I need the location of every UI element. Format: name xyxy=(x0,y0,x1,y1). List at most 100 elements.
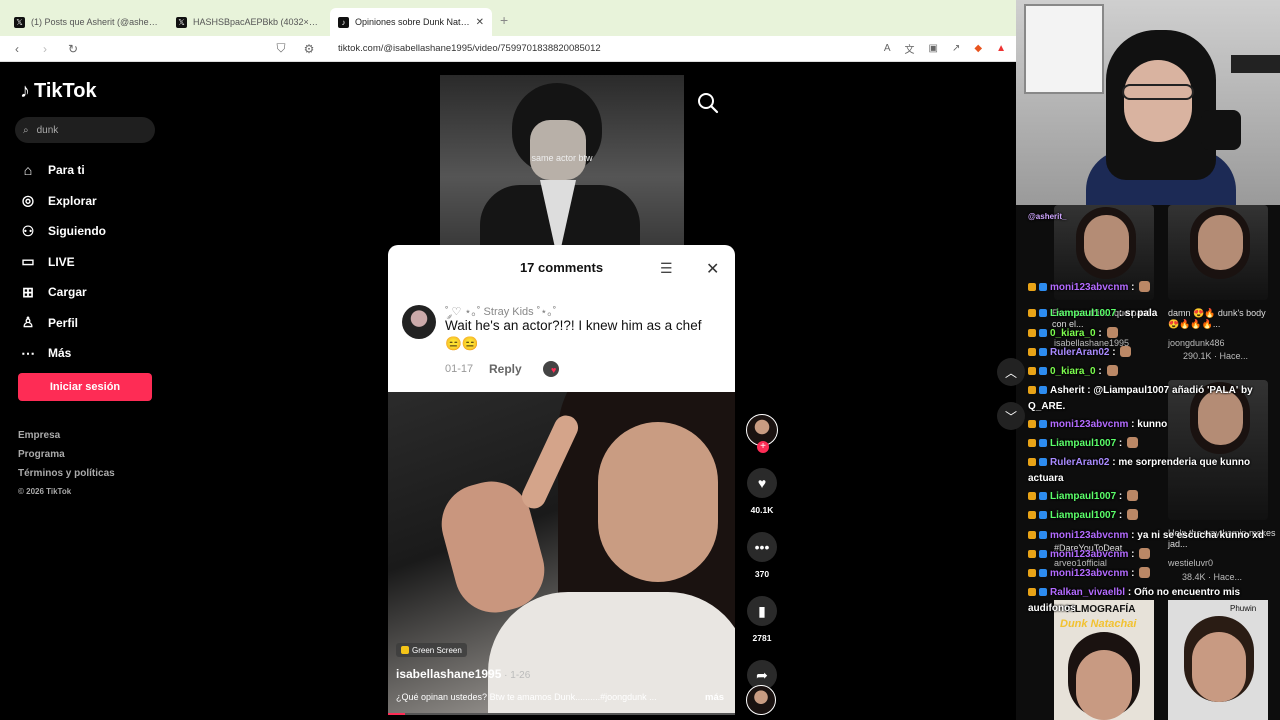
browser-tab-3-active[interactable]: ♪ Opiniones sobre Dunk Natachai ✕ xyxy=(330,8,492,36)
rewards-icon[interactable]: ▲ xyxy=(996,43,1006,54)
heart-icon[interactable]: ♥ xyxy=(747,468,777,498)
nav-item-para-ti[interactable]: ⌂ Para ti xyxy=(20,155,106,186)
nav-label: Más xyxy=(48,346,72,361)
chat-username[interactable]: Ralkan_vivaelbl xyxy=(1050,587,1125,598)
nav-item-perfil[interactable]: ♙ Perfil xyxy=(20,308,106,339)
like-action[interactable]: ♥ 40.1K xyxy=(744,468,780,515)
comment-action[interactable]: ••• 370 xyxy=(744,532,780,579)
effect-badge[interactable]: Green Screen xyxy=(396,643,467,657)
chat-badge-icon xyxy=(1039,550,1047,558)
login-button[interactable]: Iniciar sesión xyxy=(18,373,152,401)
read-aloud-icon[interactable]: A xyxy=(884,43,891,54)
chat-emote-icon xyxy=(1127,437,1139,448)
search-box[interactable]: ⌕ xyxy=(15,117,155,143)
nav-item-mas[interactable]: ⋯ Más xyxy=(20,338,106,369)
action-column: + ♥ 40.1K ••• 370 ▮ 2781 ➦ 770 xyxy=(744,414,780,707)
scroll-down-button[interactable]: ﹀ xyxy=(997,402,1025,430)
chat-username[interactable]: RulerAran02 xyxy=(1050,457,1109,468)
bookmark-icon[interactable]: ⛉ xyxy=(274,41,288,56)
scroll-up-button[interactable]: ︿ xyxy=(997,358,1025,386)
chat-username[interactable]: 0_kiara_0 xyxy=(1050,328,1096,339)
effect-label: Green Screen xyxy=(412,645,462,655)
effect-icon xyxy=(401,646,409,654)
tiktok-logo-icon: ♪ xyxy=(338,16,349,28)
close-icon[interactable]: ✕ xyxy=(706,259,719,279)
site-info-icon[interactable]: ⚙ xyxy=(302,42,316,56)
bookmark-icon[interactable]: ▮ xyxy=(747,596,777,626)
reload-icon[interactable]: ↻ xyxy=(66,42,80,56)
comment-icon[interactable]: ••• xyxy=(747,532,777,562)
nav-item-explorar[interactable]: ◎ Explorar xyxy=(20,186,106,217)
like-count: 40.1K xyxy=(750,505,774,515)
nav-item-live[interactable]: ▭ LIVE xyxy=(20,247,106,278)
forward-icon[interactable]: › xyxy=(38,42,52,56)
chat-badge-icon xyxy=(1039,458,1047,466)
filmografia-subtitle: Dunk Natachai xyxy=(1060,618,1137,630)
search-icon[interactable] xyxy=(697,92,719,114)
chat-badge-icon xyxy=(1028,309,1036,317)
back-icon[interactable]: ‹ xyxy=(10,42,24,56)
browser-tab-bar: 𝕏 (1) Posts que Asherit (@asherit__) ha … xyxy=(0,0,1016,36)
footer-link-programa[interactable]: Programa xyxy=(18,449,115,468)
filmografia-thumbnail[interactable]: FILMOGRAFÍA Dunk Natachai xyxy=(1054,600,1154,720)
compass-icon: ◎ xyxy=(21,192,35,209)
chat-badge-icon xyxy=(1028,492,1036,500)
nav-label: Perfil xyxy=(48,315,79,330)
chat-username[interactable]: moni123abvcnm xyxy=(1050,549,1128,560)
chat-message: Liampaul1007 : xyxy=(1028,489,1274,505)
chat-username[interactable]: moni123abvcnm xyxy=(1050,568,1128,579)
upload-icon: ⊞ xyxy=(22,283,34,300)
chat-username[interactable]: moni123abvcnm xyxy=(1050,282,1128,293)
browser-tab-1[interactable]: 𝕏 (1) Posts que Asherit (@asherit__) ha xyxy=(6,8,168,36)
save-count: 2781 xyxy=(752,633,772,643)
creator-avatar[interactable]: + xyxy=(746,414,778,453)
sort-icon[interactable]: ☰ xyxy=(660,260,673,277)
chat-username[interactable]: 0_kiara_0 xyxy=(1050,366,1096,377)
chat-username[interactable]: moni123abvcnm xyxy=(1050,419,1128,430)
share-icon[interactable]: ↗ xyxy=(952,43,960,54)
comment-text: Wait he's an actor?!?! I knew him as a c… xyxy=(445,318,702,351)
nav-item-siguiendo[interactable]: ⚇ Siguiendo xyxy=(20,216,106,247)
chat-badge-icon xyxy=(1039,492,1047,500)
sound-avatar[interactable] xyxy=(746,685,776,715)
chat-badge-icon xyxy=(1039,511,1047,519)
chat-emote-icon xyxy=(1139,281,1151,292)
phuwin-thumbnail[interactable]: Phuwin xyxy=(1168,600,1268,720)
translate-icon[interactable]: 文 xyxy=(905,41,915,56)
follow-plus-icon[interactable]: + xyxy=(757,441,769,453)
chat-separator: : xyxy=(1116,438,1126,449)
nav-item-cargar[interactable]: ⊞ Cargar xyxy=(20,277,106,308)
chat-username[interactable]: Liampaul1007 xyxy=(1050,308,1116,319)
chat-badge-icon xyxy=(1028,439,1036,447)
tiktok-logo[interactable]: ♪ TikTok xyxy=(20,80,97,103)
save-action[interactable]: ▮ 2781 xyxy=(744,596,780,643)
chat-badge-icon xyxy=(1028,550,1036,558)
video-player[interactable] xyxy=(388,392,735,714)
chat-separator: : xyxy=(1116,308,1126,319)
screen: 𝕏 (1) Posts que Asherit (@asherit__) ha … xyxy=(0,0,1280,720)
video-progress[interactable] xyxy=(388,713,735,715)
url-field[interactable]: tiktok.com/@isabellashane1995/video/7599… xyxy=(338,43,870,54)
video-author[interactable]: isabellashane1995 · 1-26 xyxy=(396,667,530,681)
browser-tab-2[interactable]: 𝕏 HASHSBpacAEPBkb (4032×3024) xyxy=(168,8,330,36)
author-name[interactable]: isabellashane1995 xyxy=(396,667,501,681)
chat-username[interactable]: Liampaul1007 xyxy=(1050,510,1116,521)
video-top-caption: same actor btw xyxy=(531,153,593,163)
footer-link-terminos[interactable]: Términos y políticas xyxy=(18,468,115,487)
more-button[interactable]: más xyxy=(705,692,724,703)
chat-message: moni123abvcnm : xyxy=(1028,280,1274,296)
chat-separator: : xyxy=(1109,347,1119,358)
chat-username[interactable]: moni123abvcnm xyxy=(1050,530,1128,541)
chat-username[interactable]: Liampaul1007 xyxy=(1050,491,1116,502)
new-tab-button[interactable]: + xyxy=(500,12,508,28)
reply-button[interactable]: Reply xyxy=(489,362,522,376)
chat-username[interactable]: Liampaul1007 xyxy=(1050,438,1116,449)
close-tab-icon[interactable]: ✕ xyxy=(476,17,484,28)
brave-shield-icon[interactable]: ◆ xyxy=(974,43,982,54)
commenter-avatar[interactable] xyxy=(402,305,436,339)
chat-username[interactable]: Asherit xyxy=(1050,385,1084,396)
search-input[interactable] xyxy=(36,124,137,136)
footer-link-empresa[interactable]: Empresa xyxy=(18,430,115,449)
window-icon[interactable]: ▣ xyxy=(929,43,938,54)
chat-username[interactable]: RulerAran02 xyxy=(1050,347,1109,358)
